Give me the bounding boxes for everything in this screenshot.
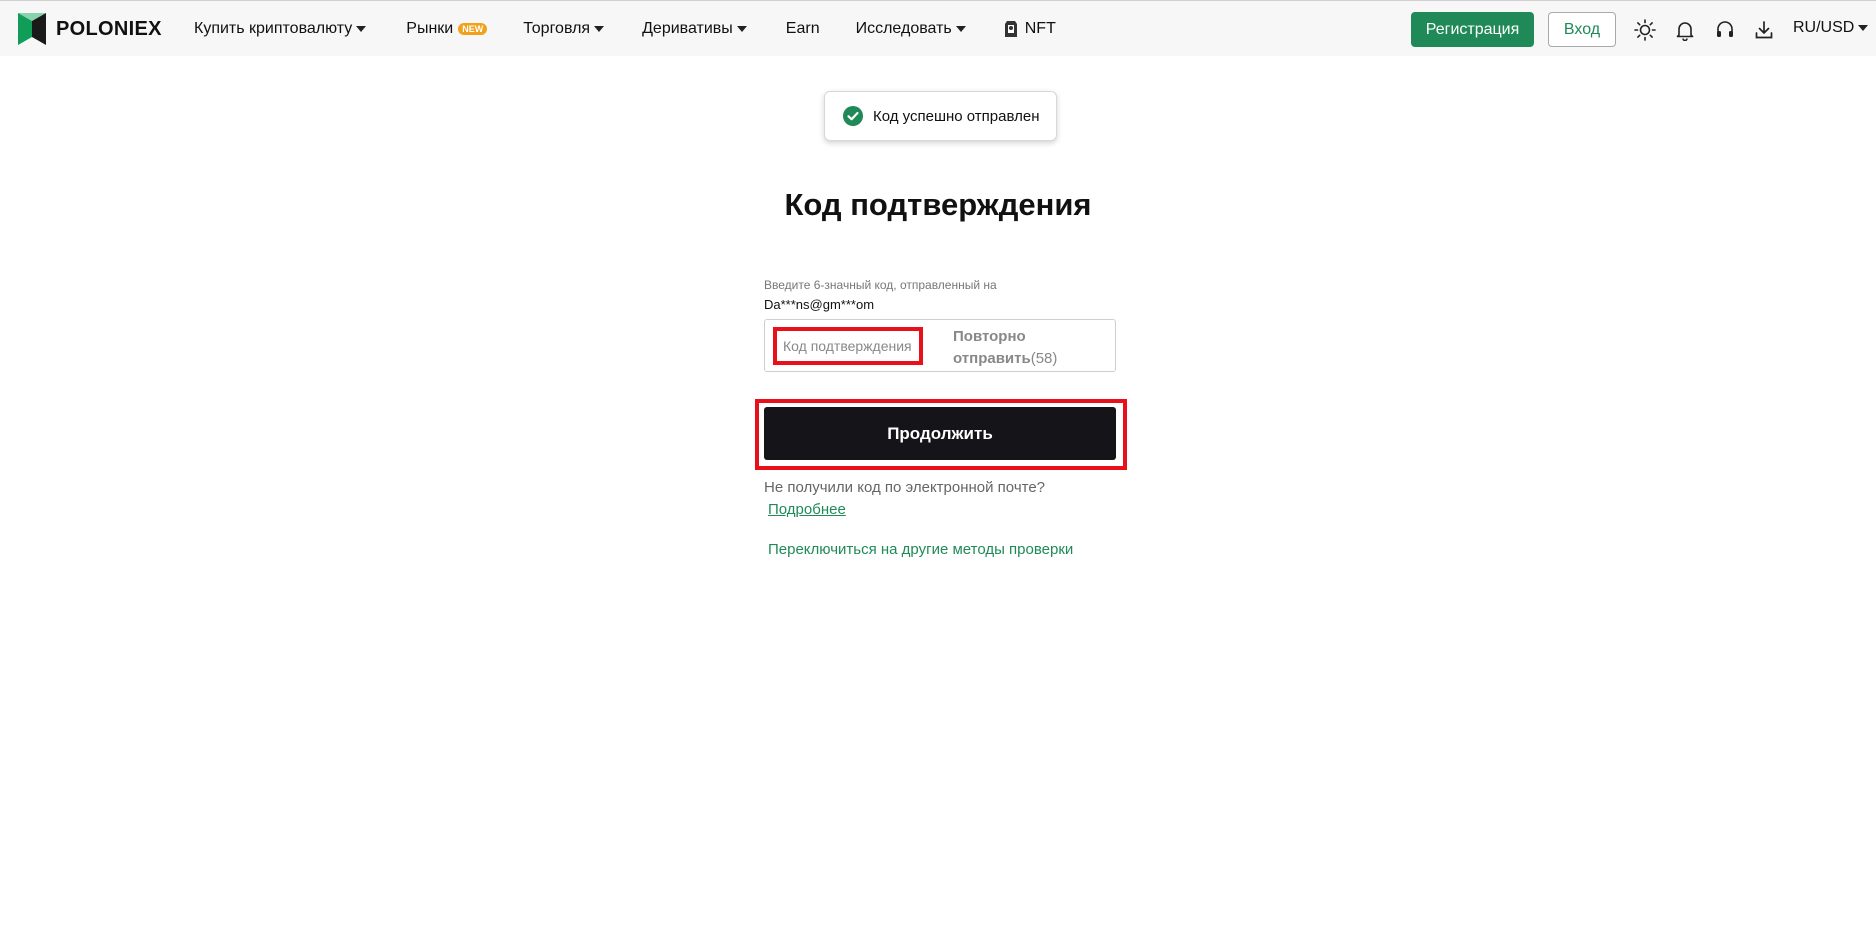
brand-name: POLONIEX — [56, 17, 162, 40]
nav-earn-label: Earn — [785, 20, 820, 37]
chevron-down-icon — [736, 26, 747, 32]
learn-more-link[interactable]: Подробнее — [768, 501, 846, 518]
poloniex-logo[interactable]: POLONIEX — [18, 13, 162, 45]
toast-message: Код успешно отправлен — [873, 107, 1040, 125]
nav-nft[interactable]: NFT — [1004, 20, 1056, 38]
check-circle-icon — [843, 106, 863, 126]
resend-code-button[interactable]: Повторно отправить(58) — [953, 326, 1057, 370]
login-button[interactable]: Вход — [1548, 12, 1616, 47]
support-headset-icon[interactable] — [1714, 19, 1736, 41]
verification-code-input[interactable] — [773, 327, 923, 365]
download-icon[interactable] — [1753, 19, 1775, 41]
code-hint-text: Введите 6-значный код, отправленный на — [764, 278, 997, 292]
nav-derivatives-label: Деривативы — [642, 20, 733, 37]
nav-explore[interactable]: Исследовать — [856, 20, 966, 38]
notification-bell-icon[interactable] — [1674, 19, 1696, 41]
nav-derivatives[interactable]: Деривативы — [642, 20, 747, 38]
continue-button[interactable]: Продолжить — [764, 407, 1116, 460]
chevron-down-icon — [356, 26, 367, 32]
chevron-down-icon — [1858, 25, 1869, 31]
chevron-down-icon — [955, 26, 966, 32]
success-toast: Код успешно отправлен — [824, 91, 1057, 141]
language-currency-selector[interactable]: RU/USD — [1793, 19, 1869, 37]
verification-code-field: Повторно отправить(58) — [764, 319, 1116, 372]
masked-email: Da***ns@gm***om — [764, 297, 875, 312]
nav-earn[interactable]: Earn — [786, 20, 820, 38]
poloniex-logo-icon — [18, 13, 46, 45]
nft-icon — [1004, 21, 1017, 37]
page-title: Код подтверждения — [784, 187, 1092, 222]
chevron-down-icon — [594, 26, 605, 32]
resend-line-1: Повторно — [953, 328, 1026, 345]
main-nav: Купить криптовалюту Рынки NEW Торговля Д… — [194, 1, 1056, 57]
nav-buy-crypto[interactable]: Купить криптовалюту — [194, 20, 367, 38]
nav-trading-label: Торговля — [523, 20, 591, 37]
nav-markets[interactable]: Рынки NEW — [406, 20, 488, 38]
nav-trading[interactable]: Торговля — [523, 20, 605, 38]
no-code-text: Не получили код по электронной почте? — [764, 479, 1046, 496]
switch-verification-method-link[interactable]: Переключиться на другие методы проверки — [768, 541, 1073, 558]
language-label: RU/USD — [1793, 19, 1855, 36]
top-navigation-bar: POLONIEX Купить криптовалюту Рынки NEW Т… — [0, 0, 1876, 56]
nav-explore-label: Исследовать — [855, 20, 952, 37]
nav-markets-label: Рынки — [406, 20, 454, 37]
nav-buy-crypto-label: Купить криптовалюту — [194, 20, 353, 37]
theme-toggle-icon[interactable] — [1634, 19, 1656, 41]
nav-nft-label: NFT — [1024, 20, 1056, 37]
resend-line-2: отправить — [953, 350, 1031, 367]
register-button[interactable]: Регистрация — [1411, 12, 1534, 47]
new-badge: NEW — [458, 23, 488, 35]
resend-countdown: (58) — [1030, 350, 1058, 367]
